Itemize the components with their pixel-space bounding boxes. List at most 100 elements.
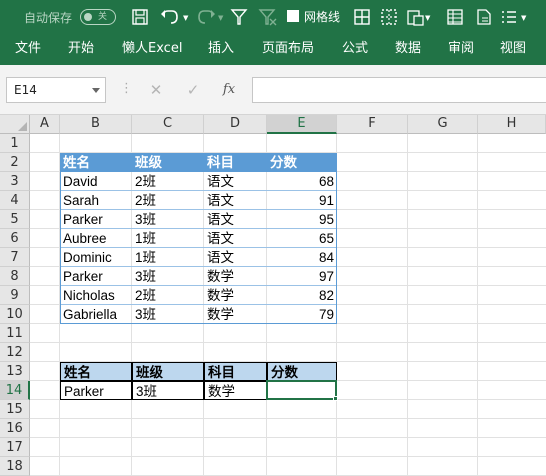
table-cell[interactable]: 语文 [204,229,267,248]
table-cell[interactable]: 语文 [204,172,267,191]
table-header-cell[interactable]: 分数 [267,153,337,172]
row-header-1[interactable]: 1 [0,134,30,153]
gridlines-checkbox[interactable] [287,10,299,22]
table-cell[interactable]: 3班 [132,210,204,229]
tab-home[interactable]: 开始 [68,34,94,65]
row-header-14[interactable]: 14 [0,381,30,400]
row-header-2[interactable]: 2 [0,153,30,172]
table-cell[interactable]: 1班 [132,229,204,248]
lookup-header-cell[interactable]: 姓名 [60,362,132,381]
column-header-e[interactable]: E [267,115,337,134]
column-header-h[interactable]: H [478,115,546,134]
column-header-b[interactable]: B [60,115,132,134]
paste-values-icon[interactable] [406,8,424,26]
all-borders-icon[interactable] [353,8,371,26]
table-cell[interactable]: 79 [267,305,337,324]
filter-icon[interactable] [230,8,248,26]
tab-page-layout[interactable]: 页面布局 [262,34,314,65]
table-cell[interactable]: 95 [267,210,337,229]
table-cell[interactable]: 语文 [204,248,267,267]
table-cell[interactable]: 1班 [132,248,204,267]
splitter-handle[interactable]: ⋮ [120,82,133,96]
row-header-8[interactable]: 8 [0,267,30,286]
active-cell-selection[interactable] [266,380,337,400]
table-cell[interactable]: Sarah [60,191,132,210]
table-cell[interactable]: Parker [60,267,132,286]
table-header-cell[interactable]: 科目 [204,153,267,172]
tab-lazy-excel[interactable]: 懒人Excel [122,34,182,65]
table-cell[interactable]: 数学 [204,305,267,324]
row-header-17[interactable]: 17 [0,438,30,457]
table-cell[interactable]: 数学 [204,267,267,286]
save-icon[interactable] [131,8,149,26]
row-header-3[interactable]: 3 [0,172,30,191]
table-cell[interactable]: Aubree [60,229,132,248]
table-cell[interactable]: 语文 [204,191,267,210]
lookup-cell[interactable]: 数学 [204,381,267,400]
tab-insert[interactable]: 插入 [208,34,234,65]
table-cell[interactable]: 3班 [132,267,204,286]
table-cell[interactable]: 数学 [204,286,267,305]
borders-dashed-icon[interactable] [380,8,398,26]
table-cell[interactable]: 84 [267,248,337,267]
undo-icon[interactable] [160,8,180,26]
column-header-a[interactable]: A [30,115,60,134]
table-cell[interactable]: 68 [267,172,337,191]
table-cell[interactable]: 97 [267,267,337,286]
document-icon[interactable] [475,8,493,26]
row-header-13[interactable]: 13 [0,362,30,381]
row-header-15[interactable]: 15 [0,400,30,419]
column-header-g[interactable]: G [408,115,478,134]
tab-formulas[interactable]: 公式 [342,34,368,65]
tab-data[interactable]: 数据 [395,34,421,65]
cancel-icon[interactable]: ✕ [145,79,167,101]
row-header-7[interactable]: 7 [0,248,30,267]
insert-function-icon[interactable]: fx [218,79,240,101]
table-cell[interactable]: 2班 [132,172,204,191]
fill-handle[interactable] [333,396,338,401]
enter-icon[interactable]: ✓ [182,79,204,101]
row-header-5[interactable]: 5 [0,210,30,229]
table-cell[interactable]: Nicholas [60,286,132,305]
lookup-cell[interactable]: 3班 [132,381,204,400]
table-cell[interactable]: 语文 [204,210,267,229]
table-format-icon[interactable] [446,8,464,26]
table-cell[interactable]: Dominic [60,248,132,267]
row-header-9[interactable]: 9 [0,286,30,305]
table-cell[interactable]: Parker [60,210,132,229]
formula-input[interactable] [252,77,546,103]
name-box[interactable]: E14 [6,77,106,103]
list-dropdown-icon[interactable]: ▼ [521,14,526,22]
row-header-12[interactable]: 12 [0,343,30,362]
tab-file[interactable]: 文件 [15,34,41,65]
list-format-icon[interactable] [500,8,518,26]
table-cell[interactable]: 2班 [132,191,204,210]
column-header-c[interactable]: C [132,115,204,134]
table-cell[interactable]: 82 [267,286,337,305]
chevron-down-icon[interactable] [92,88,100,93]
row-header-10[interactable]: 10 [0,305,30,324]
table-cell[interactable]: Gabriella [60,305,132,324]
table-cell[interactable]: 65 [267,229,337,248]
undo-dropdown-icon[interactable]: ▼ [183,14,188,22]
tab-review[interactable]: 审阅 [448,34,474,65]
column-header-f[interactable]: F [337,115,408,134]
tab-view[interactable]: 视图 [500,34,526,65]
column-header-d[interactable]: D [204,115,267,134]
lookup-header-cell[interactable]: 班级 [132,362,204,381]
row-header-11[interactable]: 11 [0,324,30,343]
autosave-toggle[interactable]: 关 [80,9,116,25]
table-cell[interactable]: David [60,172,132,191]
paste-dropdown-icon[interactable]: ▼ [425,14,430,22]
table-header-cell[interactable]: 班级 [132,153,204,172]
lookup-header-cell[interactable]: 科目 [204,362,267,381]
table-cell[interactable]: 2班 [132,286,204,305]
table-header-cell[interactable]: 姓名 [60,153,132,172]
table-cell[interactable]: 3班 [132,305,204,324]
row-header-6[interactable]: 6 [0,229,30,248]
lookup-header-cell[interactable]: 分数 [267,362,337,381]
row-header-18[interactable]: 18 [0,457,30,476]
row-header-16[interactable]: 16 [0,419,30,438]
row-header-4[interactable]: 4 [0,191,30,210]
select-all-corner[interactable] [0,115,30,134]
